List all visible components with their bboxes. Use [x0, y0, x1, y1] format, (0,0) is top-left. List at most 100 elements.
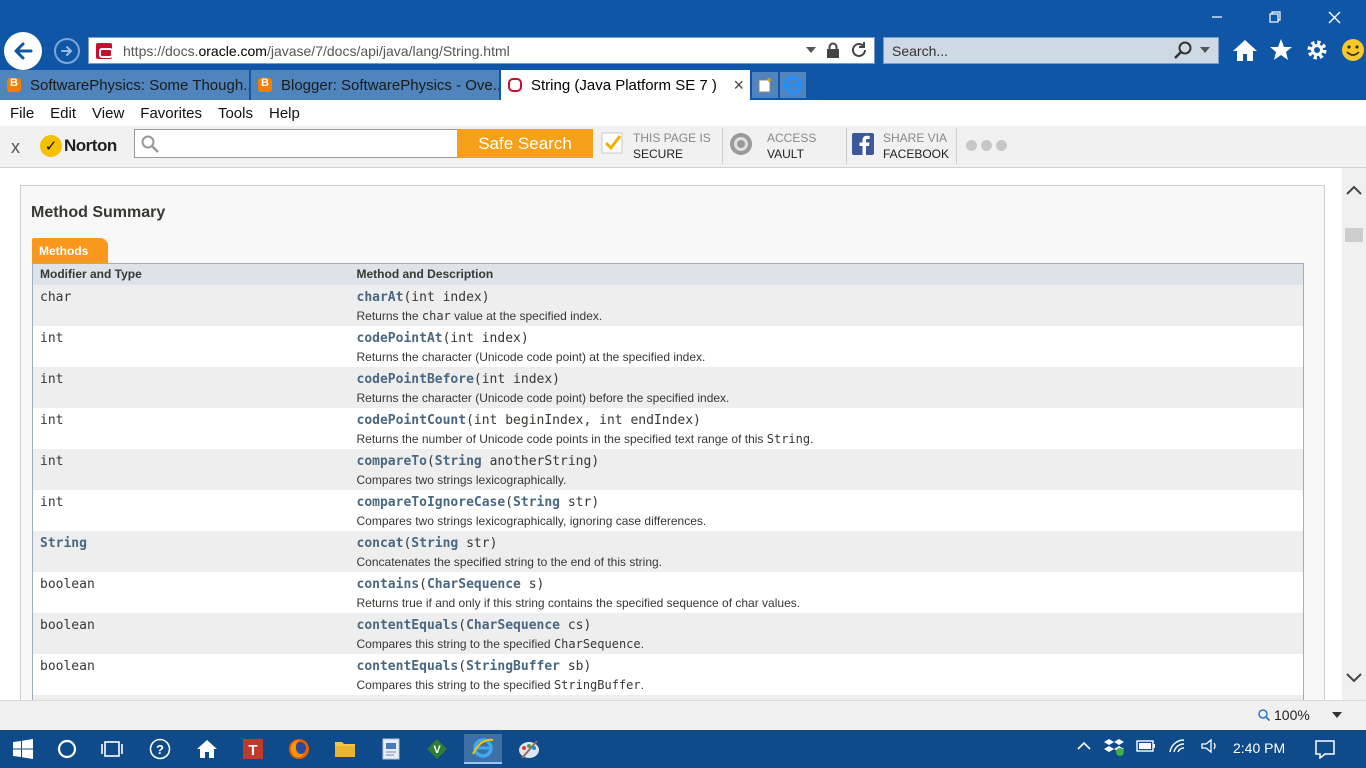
internet-explorer-icon — [472, 738, 494, 758]
action-center-button[interactable] — [1310, 734, 1340, 764]
methods-caption-tab[interactable]: Methods — [32, 238, 108, 263]
task-view-button[interactable] — [97, 734, 127, 764]
param-type-link[interactable]: CharSequence — [466, 618, 560, 633]
method-name-link[interactable]: codePointBefore — [357, 372, 474, 387]
method-name-link[interactable]: compareToIgnoreCase — [357, 495, 506, 510]
method-name-link[interactable]: codePointAt — [357, 331, 443, 346]
browser-search-box[interactable]: Search... — [883, 37, 1219, 64]
open-edge-button[interactable] — [780, 72, 806, 98]
return-type: char — [40, 289, 72, 305]
dropbox-icon[interactable] — [1104, 738, 1124, 756]
more-options-icon[interactable] — [966, 140, 1007, 151]
favorites-button[interactable] — [1268, 36, 1294, 64]
tab-blogger[interactable]: Blogger: SoftwarePhysics - Ove... — [251, 70, 500, 100]
page-secure-status[interactable]: THIS PAGE IS SECURE — [601, 130, 711, 166]
method-name-link[interactable]: contentEquals — [357, 659, 459, 674]
dropdown-arrow-icon[interactable] — [806, 46, 816, 54]
taskbar-clock[interactable]: 2:40 PM — [1233, 740, 1285, 756]
method-signature: codePointAt(int index) — [357, 331, 1304, 346]
app-t-button[interactable]: T — [238, 734, 268, 764]
document-app-button[interactable] — [376, 734, 406, 764]
paint-app-button[interactable] — [514, 734, 544, 764]
tab-softwarephysics[interactable]: SoftwarePhysics: Some Though... — [0, 70, 250, 100]
description-text: Returns the number of Unicode code point… — [356, 431, 767, 446]
cortana-button[interactable] — [52, 734, 82, 764]
menu-view[interactable]: View — [92, 105, 124, 122]
dropdown-arrow-icon[interactable] — [1200, 46, 1210, 54]
restore-button[interactable] — [1260, 6, 1290, 28]
menu-favorites[interactable]: Favorites — [140, 105, 202, 122]
scroll-down-button[interactable] — [1346, 670, 1362, 686]
forward-button[interactable] — [54, 38, 80, 64]
paren-open: ( — [419, 576, 427, 592]
address-bar[interactable]: https://docs.oracle.com/javase/7/docs/ap… — [88, 37, 875, 64]
share-facebook-button[interactable]: SHARE VIA FACEBOOK — [851, 130, 949, 166]
share-line2: FACEBOOK — [883, 147, 950, 161]
method-name-link[interactable]: charAt — [357, 290, 404, 305]
help-app-button[interactable]: ? — [145, 734, 175, 764]
internet-explorer-button[interactable] — [464, 734, 502, 764]
method-name-link[interactable]: contains — [357, 577, 420, 592]
refresh-icon[interactable] — [850, 41, 868, 59]
blogger-icon — [7, 77, 21, 92]
method-params: anotherString) — [481, 453, 600, 469]
param-type-link[interactable]: StringBuffer — [466, 659, 560, 674]
address-url[interactable]: https://docs.oracle.com/javase/7/docs/ap… — [123, 43, 510, 59]
system-tray — [1076, 738, 1220, 756]
method-signature: concat(String str) — [357, 536, 1304, 551]
scroll-thumb[interactable] — [1345, 228, 1363, 242]
close-window-button[interactable] — [1319, 6, 1349, 28]
modifier-type-cell: int — [32, 325, 350, 367]
search-icon[interactable] — [1174, 41, 1192, 59]
method-summary-block: Method Summary Methods Modifier and Type… — [20, 185, 1325, 700]
firefox-button[interactable] — [284, 734, 314, 764]
method-signature: contentEquals(StringBuffer sb) — [357, 659, 1304, 674]
settings-button[interactable] — [1304, 36, 1330, 64]
method-name-link[interactable]: codePointCount — [357, 413, 467, 428]
norton-close-button[interactable]: x — [11, 137, 20, 158]
menu-edit[interactable]: Edit — [50, 105, 76, 122]
new-tab-button[interactable] — [752, 72, 778, 98]
battery-icon[interactable] — [1136, 738, 1156, 754]
vertical-scrollbar[interactable] — [1342, 168, 1366, 700]
minimize-button[interactable] — [1202, 6, 1232, 28]
volume-icon[interactable] — [1200, 738, 1220, 754]
close-tab-icon[interactable]: × — [733, 75, 744, 96]
param-type-link[interactable]: CharSequence — [427, 577, 521, 592]
scroll-up-button[interactable] — [1346, 182, 1362, 198]
start-button[interactable] — [8, 734, 38, 764]
file-explorer-button[interactable] — [330, 734, 360, 764]
feedback-button[interactable] — [1340, 36, 1366, 64]
access-vault-button[interactable]: ACCESS VAULT — [729, 130, 816, 166]
back-button[interactable] — [4, 32, 42, 70]
method-name-link[interactable]: concat — [357, 536, 404, 551]
norton-search-input[interactable] — [134, 129, 458, 158]
method-summary-heading: Method Summary — [31, 204, 166, 221]
param-type-link[interactable]: String — [513, 495, 560, 510]
safe-search-button[interactable]: Safe Search — [457, 129, 593, 158]
menu-help[interactable]: Help — [269, 105, 300, 122]
zoom-control[interactable]: 100% — [1258, 707, 1342, 723]
wifi-icon[interactable] — [1168, 738, 1188, 754]
method-name-link[interactable]: compareTo — [357, 454, 427, 469]
home-app-button[interactable] — [192, 734, 222, 764]
method-signature: compareToIgnoreCase(String str) — [357, 495, 1304, 510]
lock-icon[interactable] — [826, 42, 840, 59]
tab-label: SoftwarePhysics: Some Though... — [30, 76, 250, 94]
description-text: Concatenates the specified string to the… — [356, 554, 663, 569]
description-text: Compares two strings lexicographically, … — [356, 513, 707, 528]
method-name-link[interactable]: contentEquals — [357, 618, 459, 633]
table-row: char charAt(int index) Returns the char va… — [32, 284, 1304, 326]
home-button[interactable] — [1232, 36, 1258, 64]
param-type-link[interactable]: String — [435, 454, 482, 469]
param-type-link[interactable]: String — [411, 536, 458, 551]
chevron-up-icon[interactable] — [1076, 738, 1092, 754]
vim-button[interactable]: V — [422, 734, 452, 764]
return-type: boolean — [40, 658, 95, 674]
tab-string-javadoc[interactable]: String (Java Platform SE 7 ) × — [501, 70, 750, 100]
return-type-link[interactable]: String — [40, 536, 87, 551]
menu-tools[interactable]: Tools — [218, 105, 253, 122]
method-signature: charAt(int index) — [357, 290, 1304, 305]
menu-file[interactable]: File — [10, 105, 34, 122]
norton-logo[interactable]: ✓ Norton — [40, 131, 126, 161]
